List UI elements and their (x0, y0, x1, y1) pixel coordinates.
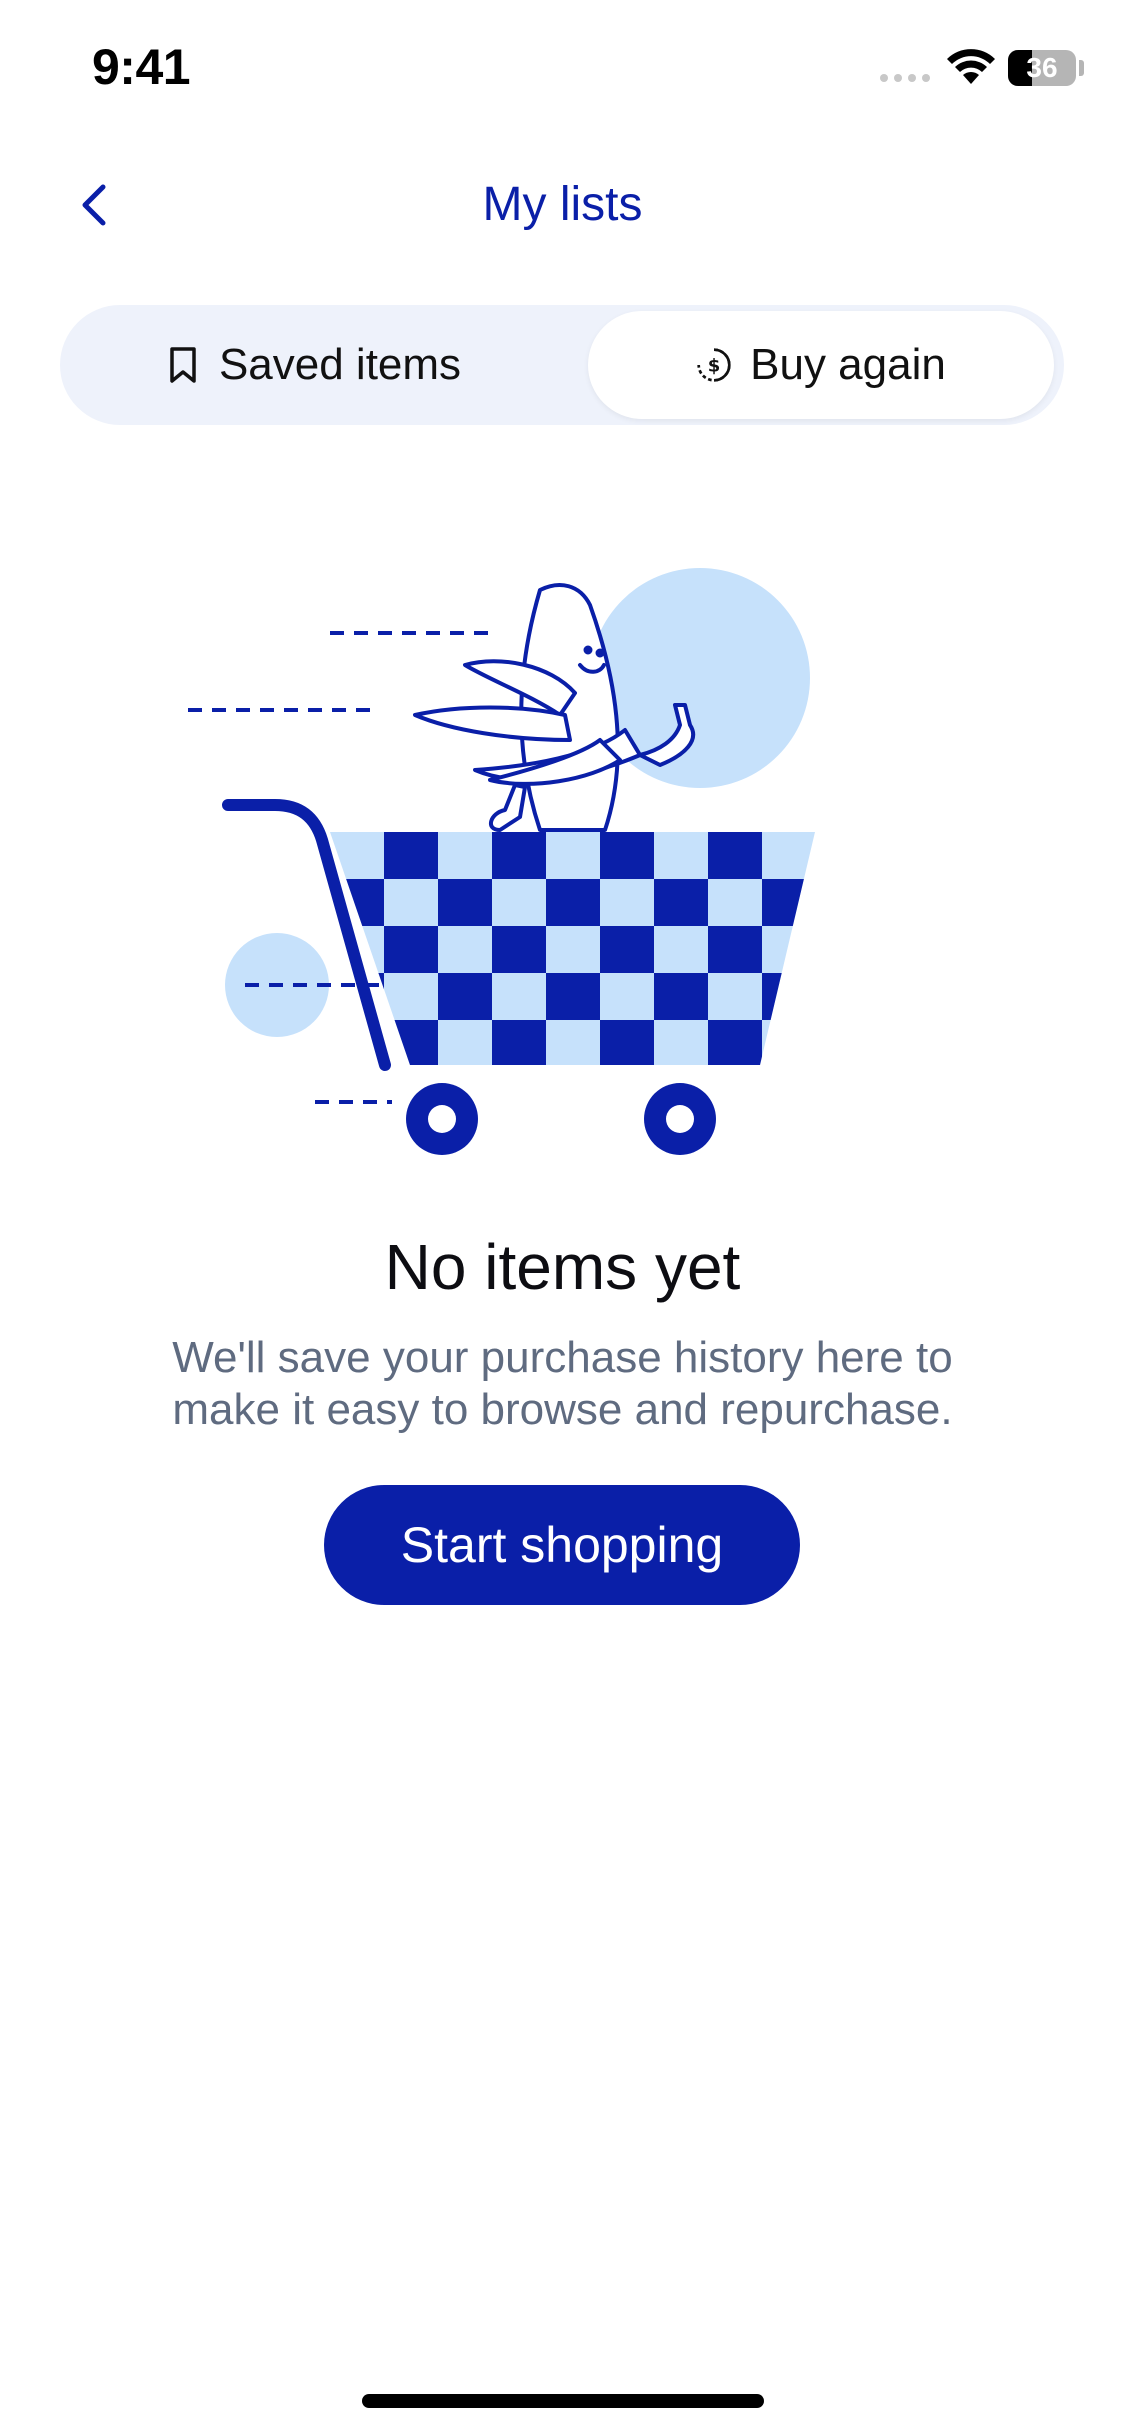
battery-percent: 36 (1026, 52, 1058, 83)
wifi-icon (947, 49, 995, 84)
cart-wheels (406, 1083, 716, 1155)
start-shopping-label: Start shopping (400, 1517, 724, 1573)
tab-saved-items-label: Saved items (218, 340, 462, 389)
page-title: My lists (482, 178, 643, 231)
battery-icon: 36 (1008, 50, 1076, 86)
status-bar: 9:41 36 (0, 0, 1125, 140)
battery-cap (1079, 60, 1084, 76)
tab-buy-again-label: Buy again (750, 340, 946, 389)
header: My lists (0, 160, 1125, 250)
list-tabs: Saved items $ Buy again (60, 305, 1064, 425)
tab-buy-again[interactable]: $ Buy again (588, 311, 1054, 419)
bookmark-icon (165, 345, 201, 385)
cart-basket (330, 832, 815, 1065)
status-time: 9:41 (92, 39, 191, 95)
banana-cart-illustration (188, 568, 815, 1155)
empty-state-title: No items yet (384, 1231, 741, 1303)
screen: 9:41 36 My lists Saved items $ Buy again… (0, 0, 1125, 2436)
start-shopping-button[interactable]: Start shopping (324, 1485, 800, 1605)
svg-text:$: $ (708, 355, 721, 376)
tab-saved-items[interactable]: Saved items (70, 311, 556, 419)
cellular-signal-icon (880, 74, 930, 82)
home-indicator[interactable] (362, 2394, 764, 2408)
dollar-clock-icon: $ (696, 345, 732, 385)
empty-state-description: We'll save your purchase history here to… (172, 1333, 953, 1434)
